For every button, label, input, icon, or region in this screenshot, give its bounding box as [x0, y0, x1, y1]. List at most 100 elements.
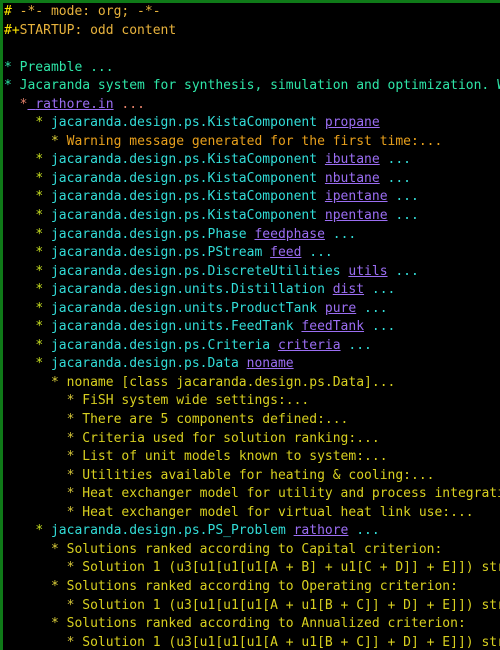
buffer-line[interactable]: * Heat exchanger model for virtual heat …: [3, 504, 500, 523]
org-buffer[interactable]: # -*- mode: org; -*- #+STARTUP: odd conte…: [3, 3, 500, 650]
comment-text: STARTUP: odd content: [19, 22, 177, 38]
comment-delimiter: #+: [4, 22, 20, 38]
buffer-line[interactable]: * jacaranda.design.ps.KistaComponent nbu…: [3, 170, 500, 189]
heading-text: Solution 1 (u3[u1[u1[u1[A + u1[B + C]] +…: [82, 634, 500, 650]
org-link[interactable]: criteria: [278, 338, 341, 353]
buffer-line[interactable]: # -*- mode: org; -*-: [3, 3, 500, 22]
buffer-line[interactable]: #+STARTUP: odd content: [3, 22, 500, 41]
buffer-line[interactable]: * FiSH system wide settings:...: [3, 392, 500, 411]
org-link[interactable]: propane: [325, 115, 380, 130]
org-link[interactable]: feed: [270, 245, 301, 260]
org-link[interactable]: dist: [333, 282, 364, 297]
heading-text: noname [class jacaranda.design.ps.Data].…: [58, 374, 396, 390]
org-link[interactable]: utils: [348, 264, 387, 279]
heading-text: jacaranda.design.ps.Criteria: [43, 337, 278, 353]
heading-bullet: *: [35, 245, 44, 261]
org-link[interactable]: feedphase: [254, 227, 324, 242]
org-link[interactable]: feedTank: [301, 319, 364, 334]
heading-bullet: *: [35, 523, 44, 539]
buffer-line[interactable]: * Solutions ranked according to Capital …: [3, 541, 500, 560]
heading-suffix: ...: [364, 319, 396, 335]
heading-suffix: ...: [364, 282, 396, 298]
buffer-line[interactable]: * jacaranda.design.units.Distillation di…: [3, 281, 500, 300]
heading-level-1[interactable]: * Jacaranda system for synthesis, simula…: [4, 78, 500, 93]
heading-text: Criteria used for solution ranking:...: [74, 430, 380, 446]
heading-bullet: *: [50, 374, 59, 390]
heading-suffix: ...: [387, 263, 419, 279]
heading-text: Heat exchanger model for virtual heat li…: [74, 504, 474, 520]
buffer-line[interactable]: * Warning message generated for the firs…: [3, 133, 500, 152]
buffer-line[interactable]: * Solution 1 (u3[u1[u1[u1[A + u1[B + C]]…: [3, 634, 500, 650]
heading-text: jacaranda.design.ps.KistaComponent: [43, 152, 325, 168]
heading-text: jacaranda.design.units.Distillation: [43, 282, 333, 298]
buffer-line[interactable]: * Solutions ranked according to Annualiz…: [3, 615, 500, 634]
warning-text: Warning message generated for the first …: [58, 133, 443, 149]
org-link[interactable]: pure: [325, 301, 356, 316]
buffer-line[interactable]: * Solution 1 (u3[u1[u1[u1[A + B] + u1[C …: [3, 559, 500, 578]
heading-bullet: *: [35, 337, 44, 353]
buffer-line[interactable]: * jacaranda.design.ps.DiscreteUtilities …: [3, 263, 500, 282]
org-link[interactable]: npentane: [325, 208, 388, 223]
buffer-line[interactable]: * Jacaranda system for synthesis, simula…: [3, 77, 500, 96]
org-link[interactable]: ipentane: [325, 189, 388, 204]
org-link[interactable]: nbutane: [325, 171, 380, 186]
heading-suffix: ...: [387, 208, 419, 224]
buffer-line[interactable]: * jacaranda.design.ps.Criteria criteria …: [3, 337, 500, 356]
heading-level-1[interactable]: * Preamble ...: [4, 60, 114, 75]
heading-text: Heat exchanger model for utility and pro…: [82, 486, 500, 502]
terminal-window: # -*- mode: org; -*- #+STARTUP: odd conte…: [0, 0, 500, 650]
buffer-line[interactable]: * jacaranda.design.ps.KistaComponent pro…: [3, 114, 500, 133]
buffer-line[interactable]: * List of unit models known to system:..…: [3, 448, 500, 467]
buffer-line[interactable]: * jacaranda.design.ps.KistaComponent ipe…: [3, 188, 500, 207]
org-link[interactable]: rathore.in: [35, 97, 113, 112]
buffer-line[interactable]: [3, 40, 500, 59]
buffer-line[interactable]: * Criteria used for solution ranking:...: [3, 430, 500, 449]
buffer-line[interactable]: * Solution 1 (u3[u1[u1[u1[A + u1[B + C]]…: [3, 597, 500, 616]
buffer-line[interactable]: * jacaranda.design.ps.KistaComponent npe…: [3, 207, 500, 226]
buffer-line[interactable]: * jacaranda.design.ps.Data noname: [3, 355, 500, 374]
buffer-line[interactable]: * There are 5 components defined:...: [3, 411, 500, 430]
heading-suffix: ...: [340, 337, 372, 353]
heading-suffix: ...: [379, 170, 412, 186]
heading-text: Solution 1 (u3[u1[u1[u1[A + u1[B + C]] +…: [82, 597, 500, 613]
buffer-line[interactable]: * rathore.in ...: [3, 96, 500, 115]
heading-suffix: ...: [113, 96, 145, 112]
buffer-line[interactable]: * jacaranda.design.ps.Phase feedphase ..…: [3, 226, 500, 245]
buffer-line[interactable]: * Preamble ...: [3, 59, 500, 78]
heading-text: jacaranda.design.ps.KistaComponent: [43, 170, 325, 186]
heading-bullet: *: [35, 170, 44, 186]
buffer-line[interactable]: * jacaranda.design.ps.PStream feed ...: [3, 244, 500, 263]
buffer-line[interactable]: * Utilities available for heating & cool…: [3, 467, 500, 486]
org-link[interactable]: rathore: [294, 523, 349, 538]
buffer-line[interactable]: * jacaranda.design.units.FeedTank feedTa…: [3, 318, 500, 337]
org-link[interactable]: noname: [247, 356, 294, 371]
buffer-line[interactable]: * jacaranda.design.ps.KistaComponent ibu…: [3, 151, 500, 170]
buffer-line[interactable]: * noname [class jacaranda.design.ps.Data…: [3, 374, 500, 393]
buffer-line[interactable]: * jacaranda.design.ps.PS_Problem rathore…: [3, 522, 500, 541]
heading-text: jacaranda.design.ps.PS_Problem: [43, 523, 294, 539]
buffer-line[interactable]: * Heat exchanger model for utility and p…: [3, 485, 500, 504]
heading-suffix: ...: [301, 245, 333, 261]
heading-bullet: *: [35, 356, 44, 372]
org-link[interactable]: ibutane: [325, 152, 380, 167]
buffer-line[interactable]: * jacaranda.design.units.ProductTank pur…: [3, 300, 500, 319]
heading-text: Solutions ranked according to Annualized…: [58, 616, 466, 632]
buffer-line[interactable]: * Solutions ranked according to Operatin…: [3, 578, 500, 597]
heading-text: jacaranda.design.units.ProductTank: [43, 300, 325, 316]
heading-text: jacaranda.design.ps.KistaComponent: [43, 189, 325, 205]
